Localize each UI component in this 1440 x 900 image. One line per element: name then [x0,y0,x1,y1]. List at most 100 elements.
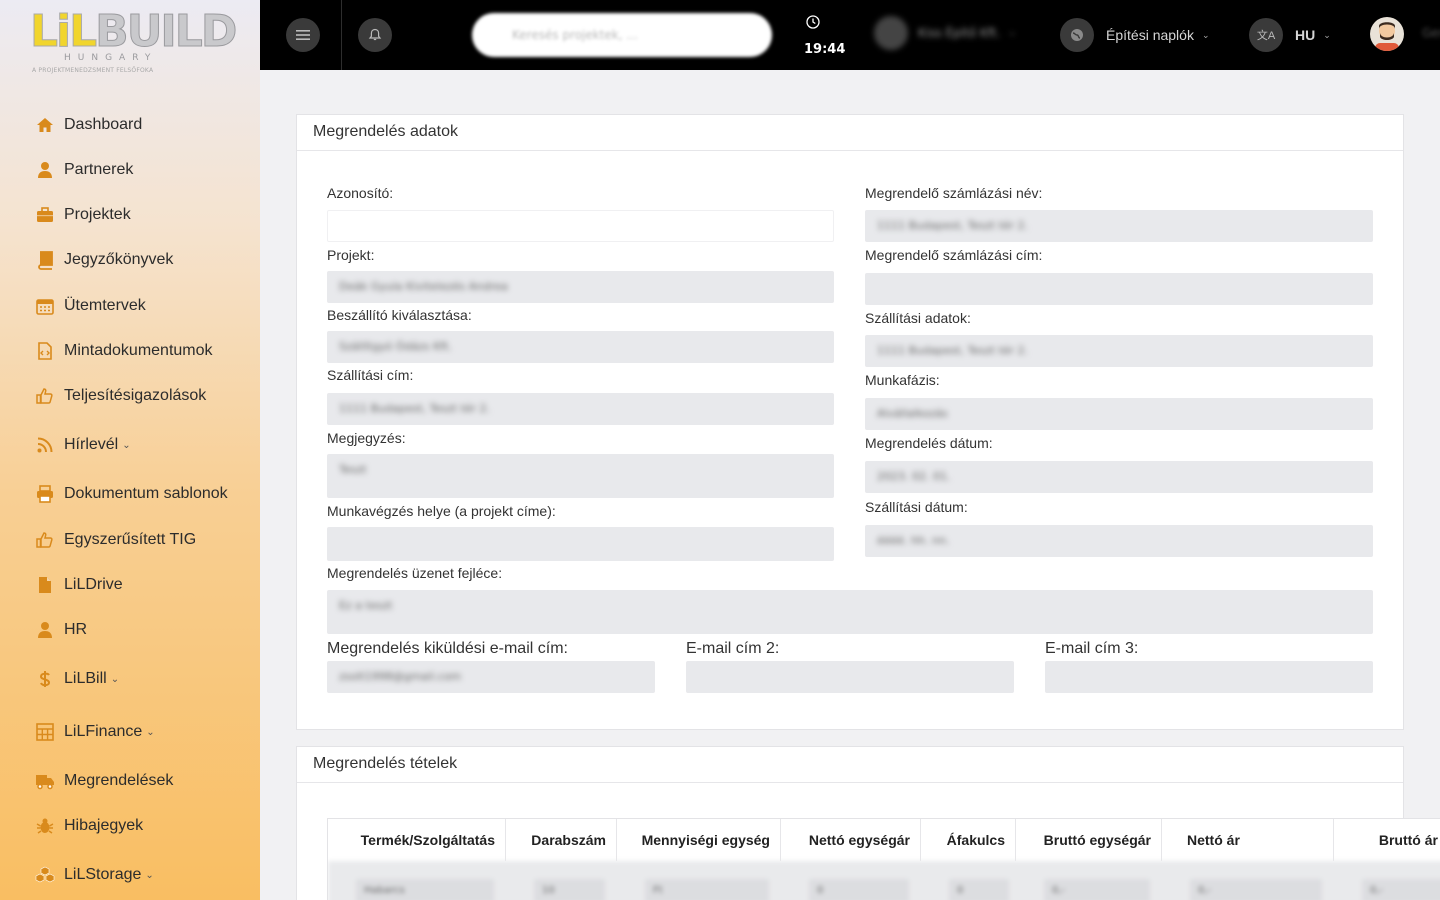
sidebar-item-label: Dashboard [64,116,143,133]
form-input[interactable]: 1111 Budapest, Teszt tér 2. [865,335,1373,367]
table-cell-input[interactable]: 0,- [1044,879,1150,900]
lilbuild-logo[interactable]: LiLBUILD HUNGARY A PROJEKTMENEDZSMENT FE… [28,6,237,76]
form-input[interactable]: zsolt1998@gmail.com [327,661,655,693]
sidebar-item-mintadokumentumok[interactable]: Mintadokumentumok [34,337,213,365]
table-header-cell[interactable]: Bruttó ár [1334,819,1440,861]
sidebar-item-label: Projektek [64,206,131,223]
sidebar-item-egyszerűsített-tig[interactable]: Egyszerűsített TIG [34,526,196,554]
sidebar-item-dokumentum-sablonok[interactable]: Dokumentum sablonok [34,480,228,508]
table-cell-input[interactable]: 0,- [1190,879,1322,900]
form-input[interactable]: Alvállalkozás [865,398,1373,430]
cubes-icon [34,864,56,886]
table-cell-input[interactable]: 0 [949,879,1009,900]
sidebar-item-lilstorage[interactable]: LiLStorage ⌄ [34,861,154,889]
sidebar-item-megrendelések[interactable]: Megrendelések [34,767,173,795]
table-cell-input[interactable]: 10 [534,879,605,900]
current-time: 19:44 [804,42,846,57]
sidebar-item-lilfinance[interactable]: LiLFinance ⌄ [34,718,155,746]
table-cell-input[interactable]: Habarcs [356,879,494,900]
field-label: E-mail cím 2: [686,640,780,657]
search-input[interactable]: Keresés projektek, ... [472,13,772,57]
printer-icon [34,483,56,505]
form-input[interactable] [327,210,834,242]
sidebar-item-partnerek[interactable]: Partnerek [34,156,133,184]
dollar-icon [34,668,56,690]
order-items-title: Megrendelés tételek [297,747,1403,783]
input-value: Ez a teszt [339,599,393,612]
clock: 19:44 [804,14,845,57]
order-items-table: Termék/Szolgáltatás Darabszám Mennyiségi e… [327,818,1440,900]
field-label: Munkafázis: [865,372,940,388]
form-input[interactable]: 2023. 02. 01. [865,461,1373,493]
user-name: Ger [1422,26,1440,40]
table-cell-input[interactable]: 0 [809,879,909,900]
form-input[interactable] [327,527,834,561]
form-input[interactable]: Szállítgyó Ódázs Kft. [327,331,834,363]
form-input[interactable]: Deák Gyula Kivitelezés Andrea [327,271,834,303]
field-label: Azonosító: [327,185,394,201]
sidebar-item-ütemtervek[interactable]: Ütemtervek [34,292,146,320]
sidebar-item-dashboard[interactable]: Dashboard [34,111,142,139]
field-label: Megrendelő számlázási név: [865,185,1043,201]
table-header-cell[interactable]: Nettó ár [1162,819,1334,861]
table-header-cell[interactable]: Áfakulcs [921,819,1016,861]
company-menu[interactable]: Kiss Építő Kft. ⌄ [874,16,1016,50]
form-input[interactable] [1045,661,1373,693]
user-avatar[interactable] [1370,17,1404,51]
field-label: E-mail cím 3: [1045,640,1139,657]
sidebar-item-label: Mintadokumentumok [64,342,213,359]
form-input[interactable] [686,661,1014,693]
notifications-button[interactable] [358,18,392,52]
table-cell-input[interactable]: Ft [645,879,769,900]
bug-icon [34,815,56,837]
input-value: 2023. 02. 01. [877,470,951,483]
hamburger-icon [296,30,310,40]
file-icon [34,574,56,596]
sidebar-item-hírlevél[interactable]: Hírlevél ⌄ [34,431,131,459]
clock-icon [806,15,820,29]
table-row[interactable]: Habarcs 10 Ft 0 0 0,- 0,- 0,- [328,861,1440,900]
sidebar-item-lilbill[interactable]: LiLBill ⌄ [34,665,119,693]
thumbs-up-icon [34,385,56,407]
chevron-down-icon: ⌄ [122,439,131,451]
construction-logs-menu[interactable]: Építési naplók ⌄ [1060,18,1210,52]
form-input[interactable]: 1111 Budapest, Teszt tér 2. [865,210,1373,242]
sidebar-item-label: HR [64,621,88,638]
sidebar-item-hr[interactable]: HR [34,616,87,644]
form-input[interactable]: Teszt [327,454,834,498]
chevron-down-icon: ⌄ [145,869,154,881]
form-input[interactable]: 1111 Budapest, Teszt tér 2. [327,393,834,425]
menu-toggle-button[interactable] [286,18,320,52]
language-menu[interactable]: 文A HU ⌄ [1249,18,1331,52]
table-header-cell[interactable]: Nettó egységár [781,819,921,861]
sidebar-item-projektek[interactable]: Projektek [34,201,131,229]
sidebar-item-label: LiLDrive [64,576,123,593]
table-header-cell[interactable]: Darabszám [506,819,617,861]
form-input[interactable] [865,273,1373,305]
field-label: Projekt: [327,247,375,263]
table-header-cell[interactable]: Bruttó egységár [1016,819,1162,861]
calculator-icon [34,721,56,743]
sidebar-item-hibajegyek[interactable]: Hibajegyek [34,812,143,840]
sidebar-item-label: Teljesítésigazolások [64,387,207,404]
table-header-cell[interactable]: Mennyiségi egység [617,819,781,861]
form-input[interactable]: éééé. hh. nn. [865,525,1373,557]
chevron-down-icon: ⌄ [1201,29,1210,40]
table-header-cell[interactable]: Termék/Szolgáltatás [328,819,506,861]
user-icon [34,159,56,181]
topbar: Keresés projektek, ... 19:44 Kiss Építő … [260,0,1440,70]
field-label: Megjegyzés: [327,430,406,446]
form-input[interactable]: Ez a teszt [327,590,1373,634]
field-label: Megrendelés üzenet fejléce: [327,565,503,581]
sidebar-item-jegyzőkönyvek[interactable]: Jegyzőkönyvek [34,246,173,274]
thumbs-up-icon [34,529,56,551]
field-label: Megrendelő számlázási cím: [865,247,1043,263]
table-cell-input[interactable]: 0,- [1362,879,1440,900]
translate-icon: 文A [1249,18,1283,52]
sidebar-item-teljesítésigazolások[interactable]: Teljesítésigazolások [34,382,206,410]
company-avatar [874,16,908,50]
field-label: Munkavégzés helye (a projekt címe): [327,503,556,519]
truck-icon [34,770,56,792]
input-value: zsolt1998@gmail.com [339,670,462,683]
sidebar-item-lildrive[interactable]: LiLDrive [34,571,123,599]
